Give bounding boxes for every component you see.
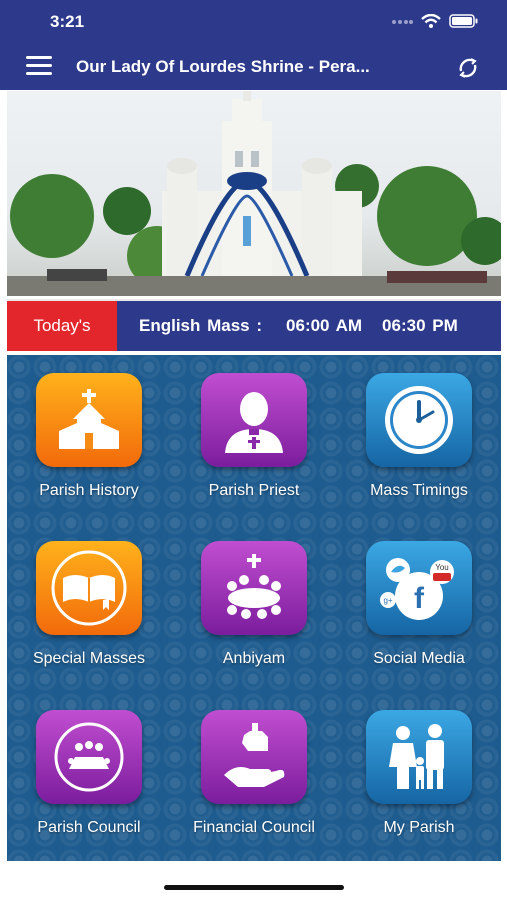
refresh-icon[interactable] bbox=[455, 55, 481, 81]
status-time: 3:21 bbox=[50, 12, 85, 31]
tile-mass-timings[interactable]: Mass Timings bbox=[337, 373, 501, 500]
svg-text:f: f bbox=[414, 582, 425, 615]
tile-label: Financial Council bbox=[193, 819, 315, 836]
tile-parish-council[interactable]: Parish Council bbox=[7, 710, 171, 837]
svg-text:g+: g+ bbox=[383, 596, 392, 605]
priest-icon bbox=[201, 373, 307, 467]
tile-label: Anbiyam bbox=[222, 650, 286, 667]
app-header: Our Lady Of Lourdes Shrine - Pera... bbox=[0, 44, 507, 90]
tile-label: Parish Council bbox=[37, 819, 141, 836]
menu-icon[interactable] bbox=[26, 56, 52, 78]
tile-label: Mass Timings bbox=[370, 482, 468, 499]
family-icon bbox=[366, 710, 472, 804]
tile-parish-history[interactable]: Parish History bbox=[7, 373, 171, 500]
tile-parish-priest[interactable]: Parish Priest bbox=[172, 373, 336, 500]
tile-financial-council[interactable]: Financial Council bbox=[172, 710, 336, 837]
svg-text:You: You bbox=[435, 563, 449, 572]
church-icon bbox=[36, 373, 142, 467]
meeting-icon bbox=[36, 710, 142, 804]
donation-icon bbox=[201, 710, 307, 804]
tile-label: Parish Priest bbox=[208, 482, 300, 499]
page-title: Our Lady Of Lourdes Shrine - Pera... bbox=[76, 57, 370, 76]
tile-label: My Parish bbox=[383, 819, 455, 836]
status-bar: 3:21 bbox=[0, 0, 507, 44]
shrine-banner-image bbox=[7, 91, 501, 296]
tile-anbiyam[interactable]: Anbiyam bbox=[172, 541, 336, 668]
menu-grid: Parish History Parish Priest Mass Timing… bbox=[7, 355, 501, 861]
community-icon bbox=[201, 541, 307, 635]
ticker-time: 06:00 AM bbox=[286, 316, 363, 335]
tile-label: Parish History bbox=[39, 482, 139, 499]
tile-label: Social Media bbox=[373, 650, 465, 667]
status-icons bbox=[391, 14, 479, 28]
bible-icon bbox=[36, 541, 142, 635]
tile-social-media[interactable]: f You g+ Social Media bbox=[337, 541, 501, 668]
social-media-icon: f You g+ bbox=[366, 541, 472, 635]
ticker-label: English Mass : bbox=[139, 316, 263, 335]
ticker-time: 06:30 PM bbox=[382, 316, 458, 335]
tile-label: Special Masses bbox=[32, 650, 146, 667]
mass-ticker: Today's English Mass : 06:00 AM 06:30 PM bbox=[7, 299, 501, 351]
tile-my-parish[interactable]: My Parish bbox=[337, 710, 501, 837]
today-badge: Today's bbox=[7, 301, 117, 351]
signal-icon bbox=[392, 20, 413, 24]
battery-icon bbox=[449, 14, 478, 28]
wifi-icon bbox=[421, 14, 441, 28]
clock-icon bbox=[366, 373, 472, 467]
ticker-text: English Mass : 06:00 AM 06:30 PM bbox=[139, 316, 458, 336]
home-indicator[interactable] bbox=[164, 885, 344, 890]
tile-special-masses[interactable]: Special Masses bbox=[7, 541, 171, 668]
